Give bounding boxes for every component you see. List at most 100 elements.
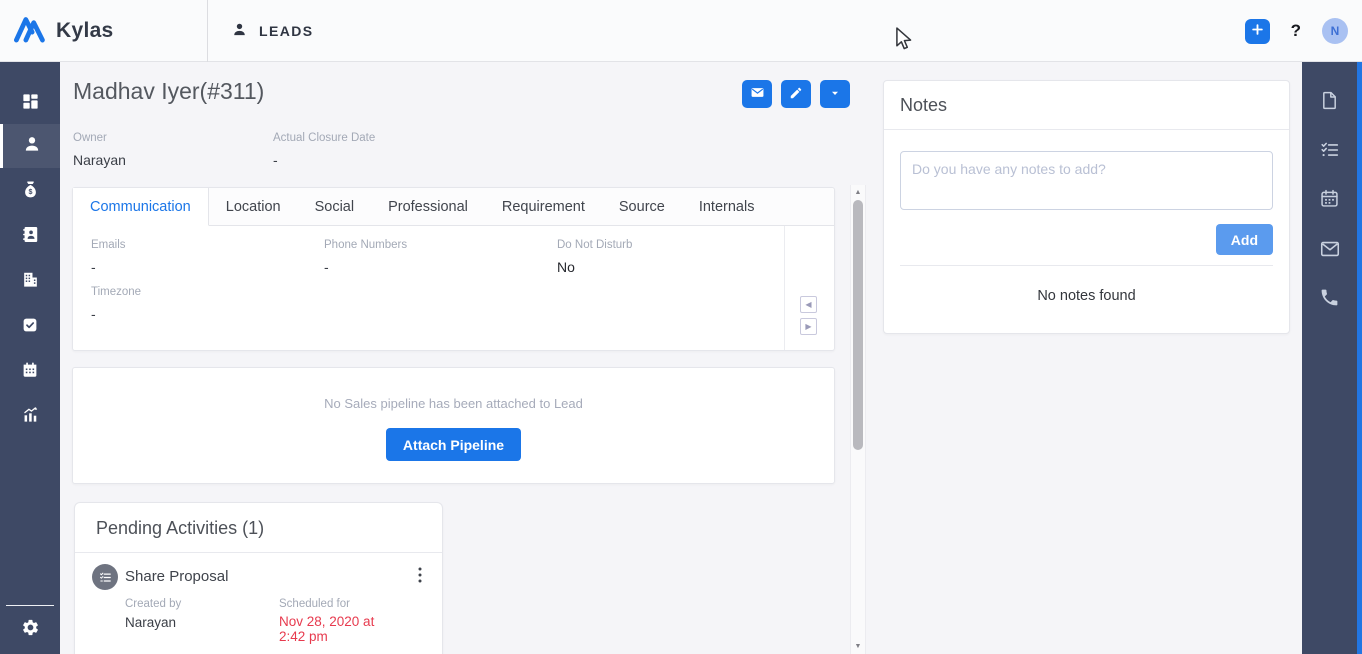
envelope-outline-icon xyxy=(1319,238,1341,265)
dashboard-icon xyxy=(21,92,40,116)
arrow-right-icon: ▶ xyxy=(805,322,811,331)
panel-item-checklist[interactable] xyxy=(1302,130,1357,174)
pending-activities-title: Pending Activities (1) xyxy=(75,503,442,553)
scrollbar-thumb[interactable] xyxy=(853,200,863,450)
attach-pipeline-button[interactable]: Attach Pipeline xyxy=(386,428,521,461)
notes-title: Notes xyxy=(884,81,1289,130)
detail-label: Phone Numbers xyxy=(324,239,534,251)
field-label: Actual Closure Date xyxy=(273,132,473,144)
notes-actions: Add xyxy=(900,224,1273,255)
panel-item-email[interactable] xyxy=(1302,229,1357,273)
calendar-icon xyxy=(21,361,39,384)
tab-social[interactable]: Social xyxy=(298,188,372,225)
edit-lead-button[interactable] xyxy=(781,80,811,108)
chevron-down-icon xyxy=(829,87,841,102)
activity-item[interactable]: Share Proposal Created by Narayan Schedu… xyxy=(75,553,442,654)
brand[interactable]: Kylas xyxy=(10,0,114,62)
scroll-down-icon[interactable]: ▼ xyxy=(851,643,865,650)
gear-icon xyxy=(21,618,40,642)
panel-item-calendar[interactable] xyxy=(1302,179,1357,223)
pipeline-empty-message: No Sales pipeline has been attached to L… xyxy=(324,396,583,411)
activity-name: Share Proposal xyxy=(125,568,228,585)
pending-activities-card: Pending Activities (1) Share Proposal xyxy=(74,502,443,654)
field-value: - xyxy=(273,152,473,168)
sidebar-divider xyxy=(6,605,54,606)
created-by-value: Narayan xyxy=(125,615,181,630)
detail-timezone: Timezone - xyxy=(91,286,301,322)
avatar[interactable]: N xyxy=(1322,18,1348,44)
tab-location[interactable]: Location xyxy=(209,188,298,225)
content-scrollbar[interactable]: ▲ ▼ xyxy=(850,185,866,654)
sidebar-item-contacts[interactable] xyxy=(0,215,60,259)
brand-name: Kylas xyxy=(56,19,114,43)
sidebar-item-tasks[interactable] xyxy=(0,305,60,349)
help-button[interactable]: ? xyxy=(1291,21,1301,41)
task-check-icon xyxy=(21,316,39,339)
module-label: LEADS xyxy=(259,23,313,39)
send-email-button[interactable] xyxy=(742,80,772,108)
lead-title: Madhav Iyer(#311) xyxy=(73,78,264,105)
sidebar-item-dashboard[interactable] xyxy=(0,82,60,126)
note-input[interactable] xyxy=(900,151,1273,210)
contact-book-icon xyxy=(21,225,40,249)
sidebar-item-reports[interactable] xyxy=(0,395,60,439)
activity-type-icon xyxy=(92,564,118,590)
add-note-button[interactable]: Add xyxy=(1216,224,1273,255)
money-bag-icon: $ xyxy=(21,180,40,204)
left-sidebar: $ xyxy=(0,62,60,654)
tab-communication[interactable]: Communication xyxy=(73,188,209,226)
notes-divider xyxy=(900,265,1273,266)
prev-page-button[interactable]: ◀ xyxy=(800,296,817,313)
detail-label: Emails xyxy=(91,239,301,251)
tab-professional[interactable]: Professional xyxy=(371,188,485,225)
detail-value: - xyxy=(91,306,301,322)
pencil-icon xyxy=(789,86,803,103)
quick-add-button[interactable] xyxy=(1245,19,1270,44)
kebab-icon xyxy=(418,567,422,586)
calendar-outline-icon xyxy=(1319,188,1340,214)
topbar-divider xyxy=(207,0,208,62)
scheduled-for-value: Nov 28, 2020 at 2:42 pm xyxy=(279,615,397,645)
tab-bar: Communication Location Social Profession… xyxy=(73,188,834,226)
summary-field-actual-closure-date: Actual Closure Date - xyxy=(273,132,473,168)
more-actions-button[interactable] xyxy=(820,80,850,108)
kylas-logo-icon xyxy=(10,10,48,53)
next-page-button[interactable]: ▶ xyxy=(800,318,817,335)
panel-item-call[interactable] xyxy=(1302,278,1357,322)
scroll-up-icon[interactable]: ▲ xyxy=(851,189,865,196)
person-icon xyxy=(231,21,248,41)
notes-body: Add No notes found xyxy=(884,130,1289,304)
lead-details-card: Communication Location Social Profession… xyxy=(72,187,835,351)
detail-label: Do Not Disturb xyxy=(557,239,767,251)
top-bar: Kylas LEADS ? N xyxy=(0,0,1362,62)
app-window: Kylas LEADS ? N xyxy=(0,0,1362,654)
sidebar-item-settings[interactable] xyxy=(0,608,60,652)
tab-source[interactable]: Source xyxy=(602,188,682,225)
tab-internals[interactable]: Internals xyxy=(682,188,772,225)
building-icon xyxy=(21,270,40,294)
plus-icon xyxy=(1251,23,1264,39)
pipeline-card: No Sales pipeline has been attached to L… xyxy=(72,367,835,484)
created-by-label: Created by xyxy=(125,598,181,610)
sidebar-item-leads[interactable] xyxy=(0,124,60,168)
sidebar-item-companies[interactable] xyxy=(0,260,60,304)
field-value: Narayan xyxy=(73,152,273,168)
detail-value: No xyxy=(557,259,767,275)
arrow-left-icon: ◀ xyxy=(805,300,811,309)
checklist-icon xyxy=(1319,139,1341,166)
detail-emails: Emails - xyxy=(91,239,301,275)
phone-icon xyxy=(1319,287,1340,313)
detail-pager-rail: ◀ ▶ xyxy=(784,226,834,350)
panel-item-documents[interactable] xyxy=(1302,81,1357,125)
svg-text:$: $ xyxy=(28,188,32,196)
chart-icon xyxy=(21,405,40,429)
detail-value: - xyxy=(324,259,534,275)
page-scrollbar[interactable] xyxy=(1357,62,1362,654)
sidebar-item-calendar[interactable] xyxy=(0,350,60,394)
detail-phone-numbers: Phone Numbers - xyxy=(324,239,534,275)
notes-card: Notes Add No notes found xyxy=(883,80,1290,334)
activity-menu-button[interactable] xyxy=(410,565,430,587)
topbar-right: ? N xyxy=(1245,0,1348,62)
sidebar-item-deals[interactable]: $ xyxy=(0,170,60,214)
tab-requirement[interactable]: Requirement xyxy=(485,188,602,225)
